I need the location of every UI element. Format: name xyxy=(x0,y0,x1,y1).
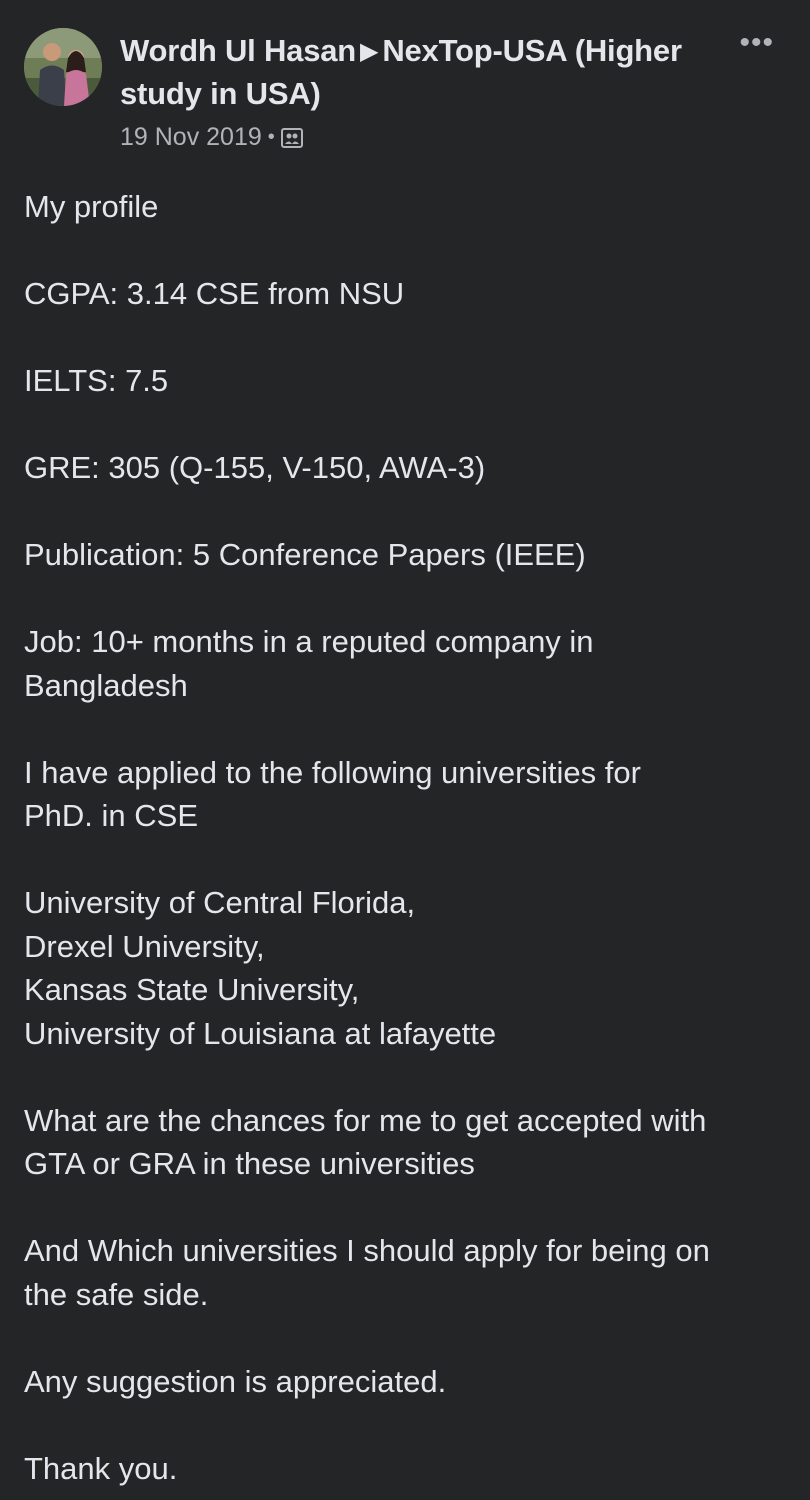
post-text-line: Any suggestion is appreciated. xyxy=(24,1363,447,1399)
post-date[interactable]: 19 Nov 2019 xyxy=(120,123,262,152)
post-text-line: Drexel University, xyxy=(24,928,265,964)
group-icon xyxy=(280,127,303,148)
post-text-line: University of Central Florida, xyxy=(24,885,416,920)
post-text-line: Kansas State University, xyxy=(24,972,360,1007)
post-text-line: the safe side. xyxy=(24,1276,209,1312)
author-name[interactable]: Wordh Ul Hasan xyxy=(120,33,356,68)
post-text-line: Thank you. xyxy=(24,1450,178,1486)
post-paragraph: University of Central Florida, Drexel Uni… xyxy=(24,881,794,1055)
post-paragraph: I have applied to the following universi… xyxy=(24,751,794,838)
post-paragraph: Publication: 5 Conference Papers (IEEE) xyxy=(24,533,794,577)
post-paragraph: GRE: 305 (Q-155, V-150, AWA-3) xyxy=(24,446,794,490)
post-text-line: I have applied to the following universi… xyxy=(24,754,641,790)
more-options-button[interactable]: ••• xyxy=(739,28,774,58)
author-block: Wordh Ul Hasan ▶ NexTop-USA (Higher study … xyxy=(120,30,710,152)
post-meta: 19 Nov 2019 • xyxy=(120,123,710,152)
post-card: Wordh Ul Hasan ▶ NexTop-USA (Higher study … xyxy=(0,0,810,1500)
post-text-line: Job: 10+ months in a reputed company in xyxy=(24,624,594,659)
post-body: My profile CGPA: 3.14 CSE from NSU IELTS: … xyxy=(24,185,794,1490)
post-text-line: What are the chances for me to get accep… xyxy=(24,1102,707,1138)
avatar[interactable] xyxy=(24,28,102,106)
post-paragraph: Any suggestion is appreciated. xyxy=(24,1360,794,1404)
post-paragraph: Job: 10+ months in a reputed company in B… xyxy=(24,620,794,707)
post-text-line: CGPA: 3.14 CSE from NSU xyxy=(24,276,405,311)
post-title: Wordh Ul Hasan ▶ NexTop-USA (Higher study … xyxy=(120,30,710,115)
post-text-line: University of Louisiana at lafayette xyxy=(24,1015,497,1051)
avatar-photo-icon xyxy=(24,28,102,106)
post-text-line: GRE: 305 (Q-155, V-150, AWA-3) xyxy=(24,450,486,485)
arrow-icon: ▶ xyxy=(360,38,379,65)
post-paragraph: IELTS: 7.5 xyxy=(24,359,794,403)
post-text-line: GTA or GRA in these universities xyxy=(24,1146,475,1181)
post-paragraph: CGPA: 3.14 CSE from NSU xyxy=(24,272,794,316)
post-text-line: PhD. in CSE xyxy=(24,798,199,833)
post-text-line: My profile xyxy=(24,189,159,224)
post-paragraph: My profile xyxy=(24,185,794,229)
meta-separator: • xyxy=(267,126,275,148)
post-text-line: Publication: 5 Conference Papers (IEEE) xyxy=(24,537,586,572)
post-text-line: Bangladesh xyxy=(24,667,188,703)
post-text-line: IELTS: 7.5 xyxy=(24,363,169,398)
post-paragraph: And Which universities I should apply fo… xyxy=(24,1229,794,1316)
post-header: Wordh Ul Hasan ▶ NexTop-USA (Higher study … xyxy=(24,28,786,158)
post-paragraph: Thank you. xyxy=(24,1447,794,1491)
post-paragraph: What are the chances for me to get accep… xyxy=(24,1099,794,1186)
post-text-line: And Which universities I should apply fo… xyxy=(24,1233,710,1268)
